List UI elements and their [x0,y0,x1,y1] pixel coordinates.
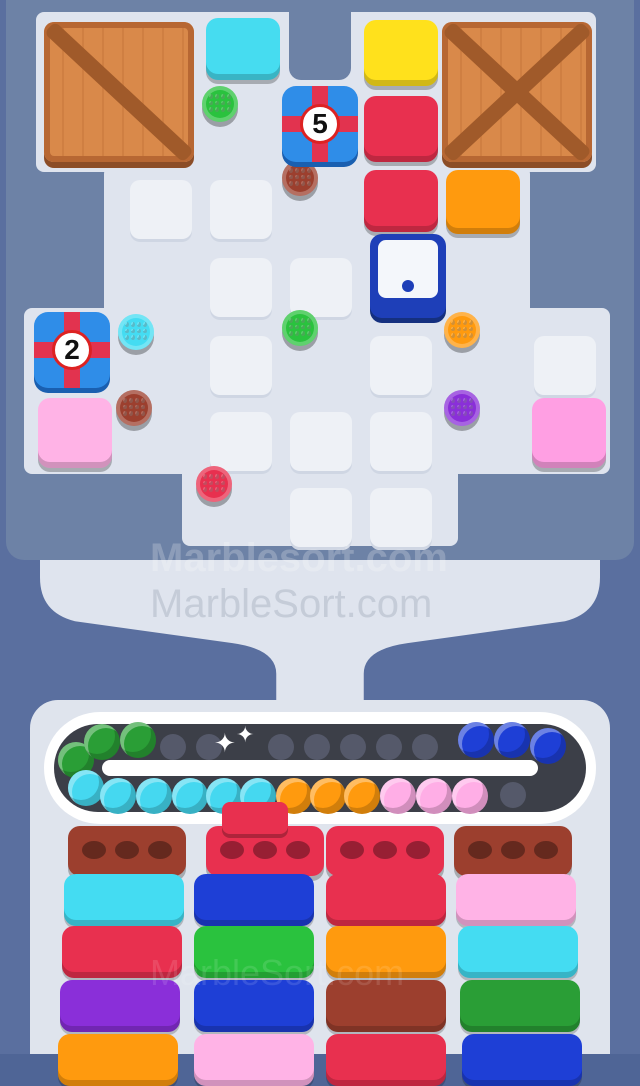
gift-counter: 2 [52,330,92,370]
green-marble-block[interactable] [282,310,318,346]
stack-block-cyan [64,874,184,926]
brown-marble-block[interactable] [116,390,152,426]
stack-block-blue [194,874,314,926]
empty-tile[interactable] [210,412,272,474]
board-notch [289,0,351,80]
track-hole [304,734,330,760]
cyan-marble-block[interactable] [118,314,154,350]
marble-blue [458,722,494,758]
pink-block[interactable] [532,398,606,468]
column-cap-brown[interactable] [68,826,186,876]
gift-counter: 5 [300,104,340,144]
stack-block-green [460,980,580,1032]
column-cap-lid [222,802,288,834]
watermark-text: MarbleSort.com [150,582,433,626]
marble-blue [530,728,566,764]
marble-orange [310,778,346,814]
marble-cyan [136,778,172,814]
marble-pink [416,778,452,814]
gift-box-left[interactable]: 2 [34,312,110,388]
marble-cyan [68,770,104,806]
empty-tile[interactable] [210,258,272,320]
marble-dispenser[interactable] [370,234,446,318]
track-hole [268,734,294,760]
wooden-crate-right [442,22,592,162]
empty-tile[interactable] [130,180,192,242]
column-cap-brown[interactable] [454,826,572,876]
track-hole [340,734,366,760]
brown-marble-block[interactable] [282,160,318,196]
marble-green [120,722,156,758]
cyan-block[interactable] [206,18,280,80]
stack-block-red [326,1034,446,1086]
stack-block-blue [462,1034,582,1086]
red-marble-block[interactable] [196,466,232,502]
stack-block-orange [58,1034,178,1086]
sparkle-icon: ✦ [214,728,236,758]
empty-tile[interactable] [290,412,352,474]
yellow-block[interactable] [364,20,438,86]
marble-cyan [100,778,136,814]
column-cap-red[interactable] [326,826,444,876]
wooden-crate-left [44,22,194,162]
conveyor-divider [102,760,538,776]
puzzle-board: 5 2 [6,0,634,560]
marble-blue [494,722,530,758]
empty-tile[interactable] [370,412,432,474]
orange-block[interactable] [446,170,520,234]
track-hole [376,734,402,760]
marble-green [84,724,120,760]
marble-pink [452,778,488,814]
track-hole [160,734,186,760]
red-block[interactable] [364,96,438,162]
green-marble-block[interactable] [202,86,238,122]
stack-block-cyan [458,926,578,978]
empty-tile[interactable] [210,336,272,398]
sparkle-icon: ✦ [236,722,255,747]
stack-block-pink [456,874,576,926]
empty-tile[interactable] [534,336,596,398]
marble-cyan [172,778,208,814]
red-block[interactable] [364,170,438,232]
marble-orange [344,778,380,814]
watermark-text: Marblesort.com [150,536,448,580]
pink-block[interactable] [38,398,112,468]
watermark-text: MarbleSort.com [150,952,405,993]
purple-marble-block[interactable] [444,390,480,426]
stack-block-pink [194,1034,314,1086]
track-hole [500,782,526,808]
stack-block-red [326,874,446,926]
funnel [40,560,600,700]
track-hole [412,734,438,760]
empty-tile[interactable] [370,336,432,398]
gift-box-top[interactable]: 5 [282,86,358,162]
empty-tile[interactable] [210,180,272,242]
orange-marble-block[interactable] [444,312,480,348]
marble-pink [380,778,416,814]
